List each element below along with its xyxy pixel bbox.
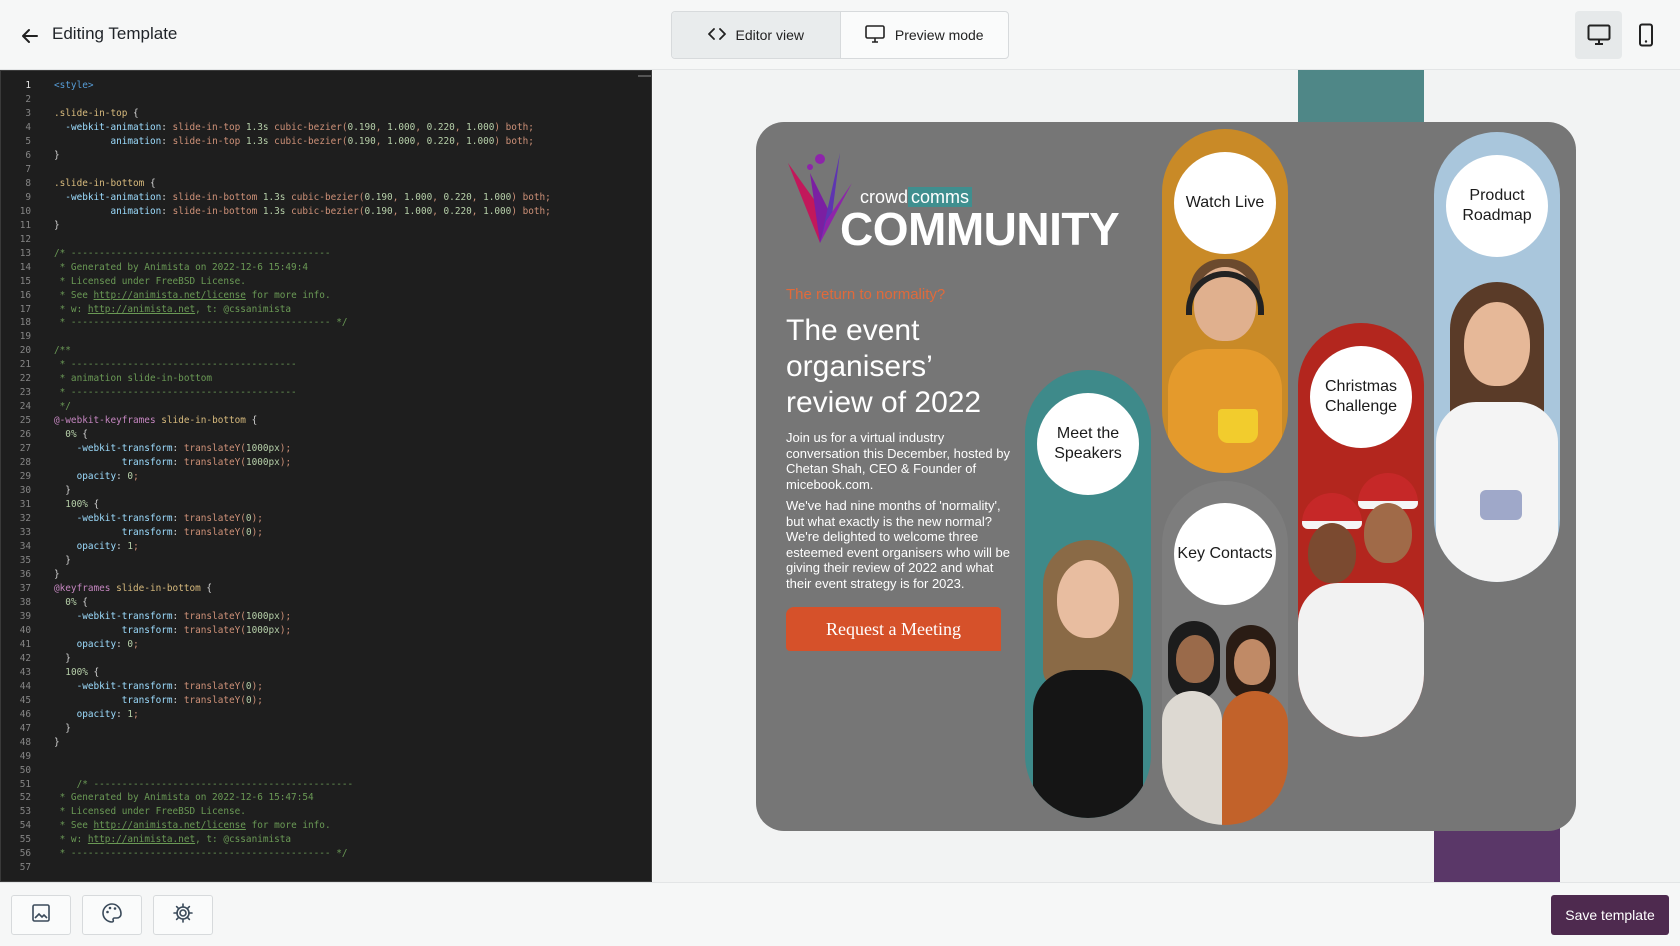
- code-line: 57: [19, 862, 31, 874]
- desktop-icon[interactable]: [1575, 11, 1622, 59]
- page-title: Editing Template: [52, 24, 178, 43]
- preview-mode-label: Preview mode: [894, 27, 984, 43]
- view-mode-toggle: Editor view Preview mode: [671, 11, 1009, 59]
- code-line: 14 * Generated by Animista on 2022-12-6 …: [19, 261, 308, 273]
- product-roadmap-button[interactable]: Product Roadmap: [1446, 155, 1548, 257]
- code-line: 40 transform: translateY(1000px);: [19, 624, 292, 636]
- code-line: 44 -webkit-transform: translateY(0);: [19, 680, 263, 692]
- device-toggle: [1575, 11, 1669, 59]
- gear-icon: [172, 902, 194, 929]
- theme-tool-button[interactable]: [82, 895, 142, 935]
- code-line: 18 * -----------------------------------…: [19, 317, 348, 329]
- code-line: 8 .slide-in-bottom {: [25, 177, 156, 189]
- brand-title: COMMUNITY: [840, 203, 1120, 255]
- preview-mode-tab[interactable]: Preview mode: [841, 12, 1009, 58]
- code-line: 32 -webkit-transform: translateY(0);: [19, 513, 263, 525]
- code-line: 13/* -----------------------------------…: [19, 247, 331, 259]
- code-line: 35 }: [19, 554, 71, 566]
- code-line: 23 * -----------------------------------…: [19, 387, 297, 399]
- watch-live-button[interactable]: Watch Live: [1174, 152, 1276, 254]
- code-line: 33 transform: translateY(0);: [19, 527, 263, 539]
- code-line: 15 * Licensed under FreeBSD License.: [19, 275, 246, 287]
- editor-scrollbar[interactable]: [638, 75, 651, 77]
- monitor-icon: [865, 24, 885, 46]
- save-template-button[interactable]: Save template: [1551, 895, 1669, 935]
- code-line: 28 transform: translateY(1000px);: [19, 457, 292, 469]
- image-tool-button[interactable]: [11, 895, 71, 935]
- code-line: 30 }: [19, 485, 71, 497]
- code-line: 1 <style>: [25, 80, 94, 91]
- code-line: 43 100% {: [19, 666, 100, 678]
- code-line: 6}: [25, 149, 60, 161]
- code-line: 22 * animation slide-in-bottom: [19, 373, 213, 385]
- code-line: 27 -webkit-transform: translateY(1000px)…: [19, 443, 292, 455]
- code-line: 11}: [19, 219, 60, 231]
- host-photo: [1162, 259, 1288, 473]
- request-meeting-button[interactable]: Request a Meeting: [786, 607, 1001, 651]
- code-line: 37 @keyframes slide-in-bottom {: [19, 582, 213, 594]
- code-line: 31 100% {: [19, 499, 100, 511]
- code-line: 3 .slide-in-top {: [25, 107, 139, 119]
- code-line: 52 * Generated by Animista on 2022-12-6 …: [19, 792, 314, 804]
- code-line: 17 * w: http://animista.net, t: @cssanim…: [19, 303, 292, 315]
- contacts-photo: [1162, 621, 1288, 825]
- top-bar: Editing Template Editor view Preview mod…: [0, 0, 1680, 70]
- code-line: 36}: [19, 568, 60, 580]
- code-line: 54 * See http://animista.net/license for…: [19, 820, 331, 832]
- code-icon: [707, 27, 726, 44]
- code-line: 53 * Licensed under FreeBSD License.: [19, 806, 246, 818]
- template-preview: crowd comms COMMUNITY The return to norma…: [653, 70, 1680, 882]
- code-line: 45 transform: translateY(0);: [19, 694, 263, 706]
- code-line: 42 }: [19, 652, 71, 664]
- code-line: 34 opacity: 1;: [19, 541, 139, 552]
- code-line: 41 opacity: 0;: [19, 638, 139, 650]
- code-line: 55 * w: http://animista.net, t: @cssanim…: [19, 834, 292, 846]
- code-line: 56 * -----------------------------------…: [19, 848, 348, 860]
- roadmap-photo: [1434, 282, 1560, 582]
- kicker-text: The return to normality?: [786, 286, 946, 303]
- back-arrow-icon[interactable]: [16, 22, 44, 50]
- code-line: 39 -webkit-transform: translateY(1000px)…: [19, 610, 292, 622]
- palette-icon: [101, 902, 123, 929]
- code-line: 46 opacity: 1;: [19, 708, 139, 720]
- code-line: 26 0% {: [19, 429, 88, 441]
- code-line: 7: [25, 163, 31, 175]
- code-line: 19: [19, 331, 31, 343]
- code-line: 10 animation: slide-in-bottom 1.3s cubic…: [19, 205, 551, 217]
- code-line: 24 */: [19, 401, 71, 413]
- code-line: 5 animation: slide-in-top 1.3s cubic-bez…: [25, 135, 534, 147]
- code-line: 38 0% {: [19, 596, 88, 608]
- intro-paragraph: Join us for a virtual industry conversat…: [786, 430, 1011, 492]
- code-line: 25 @-webkit-keyframes slide-in-bottom {: [19, 415, 258, 427]
- code-line: 50: [19, 764, 31, 776]
- code-line: 21 * -----------------------------------…: [19, 359, 297, 371]
- headline: The event organisers’ review of 2022: [786, 314, 982, 419]
- editor-view-tab[interactable]: Editor view: [672, 12, 841, 58]
- body-paragraph: We've had nine months of 'normality', bu…: [786, 498, 1011, 591]
- code-line: 20/**: [19, 345, 71, 357]
- christmas-challenge-button[interactable]: Christmas Challenge: [1310, 346, 1412, 448]
- meet-speakers-button[interactable]: Meet the Speakers: [1037, 393, 1139, 495]
- code-line: 49: [19, 750, 31, 762]
- code-line: 2: [25, 93, 31, 105]
- key-contacts-button[interactable]: Key Contacts: [1174, 503, 1276, 605]
- christmas-photo: [1298, 473, 1424, 737]
- code-line: 48}: [19, 736, 60, 748]
- bottom-toolbar: Save template: [0, 882, 1680, 946]
- settings-tool-button[interactable]: [153, 895, 213, 935]
- mobile-icon[interactable]: [1622, 11, 1669, 59]
- image-icon: [31, 903, 51, 928]
- code-line: 9 -webkit-animation: slide-in-bottom 1.3…: [25, 191, 551, 203]
- speaker-photo: [1025, 530, 1151, 818]
- code-line: 12: [19, 233, 31, 245]
- code-line: 29 opacity: 0;: [19, 471, 139, 483]
- code-line: 16 * See http://animista.net/license for…: [19, 289, 331, 301]
- code-line: 47 }: [19, 722, 71, 734]
- editor-view-label: Editor view: [735, 27, 804, 43]
- code-editor[interactable]: 1 <style> 2 3 .slide-in-top { 4 -webkit-anima…: [0, 70, 652, 882]
- code-line: 51 /* ----------------------------------…: [19, 778, 354, 790]
- code-line: 4 -webkit-animation: slide-in-top 1.3s c…: [25, 121, 534, 133]
